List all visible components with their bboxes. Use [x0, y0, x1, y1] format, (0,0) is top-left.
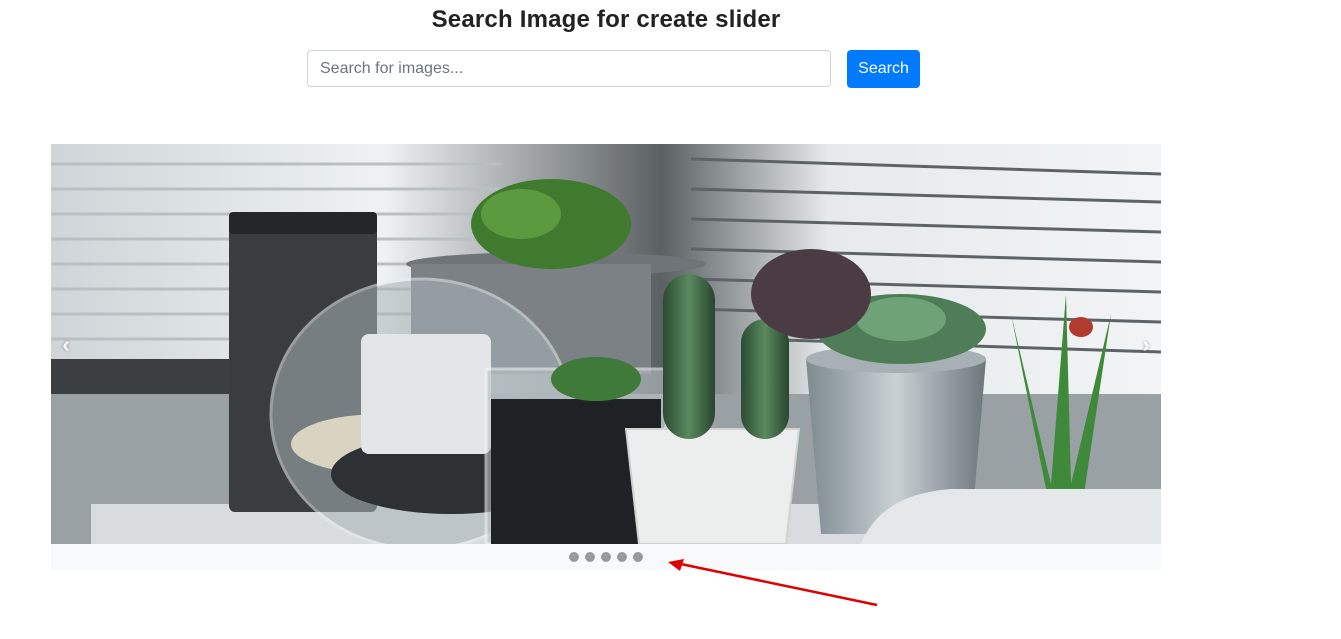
search-input[interactable]	[307, 50, 831, 87]
slider-dot[interactable]	[617, 552, 627, 562]
search-button[interactable]: Search	[847, 50, 920, 88]
chevron-right-icon[interactable]: ›	[1131, 330, 1161, 360]
slider-dot[interactable]	[569, 552, 579, 562]
chevron-left-icon[interactable]: ‹	[51, 330, 81, 360]
slide-image	[51, 144, 1161, 544]
image-slider	[51, 144, 1161, 570]
slider-dot[interactable]	[633, 552, 643, 562]
slider-dots	[51, 544, 1161, 570]
slider-dot[interactable]	[585, 552, 595, 562]
cactus-photo-illustration	[51, 144, 1161, 544]
page-title: Search Image for create slider	[431, 6, 781, 33]
slider-dot[interactable]	[601, 552, 611, 562]
